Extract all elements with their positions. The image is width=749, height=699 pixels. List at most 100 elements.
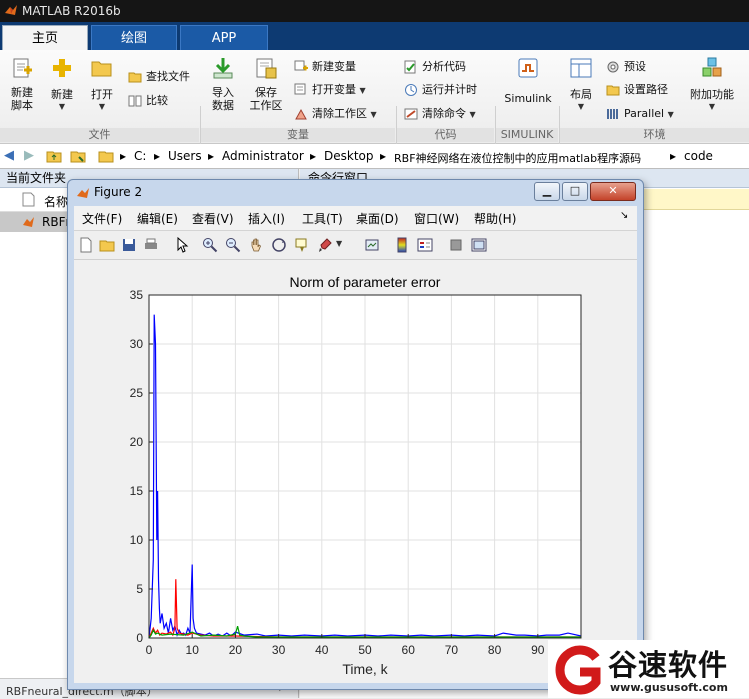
- link-plot-icon[interactable]: [364, 237, 380, 253]
- matlab-logo-icon: [77, 188, 89, 198]
- pan-hand-icon[interactable]: [248, 237, 264, 253]
- chevron-down-icon: ▼: [469, 110, 476, 119]
- menu-window[interactable]: 窗口(W): [414, 210, 459, 227]
- run-and-time-button[interactable]: 运行并计时: [404, 81, 477, 99]
- column-name: 名称: [44, 195, 69, 209]
- breadcrumb-item[interactable]: C:: [134, 149, 146, 163]
- folder-open-icon: [91, 61, 112, 77]
- menu-insert[interactable]: 插入(I): [248, 210, 285, 227]
- breadcrumb-item[interactable]: Desktop: [324, 149, 374, 163]
- find-files-button[interactable]: 查找文件: [128, 68, 190, 86]
- minimize-button[interactable]: ▁: [534, 182, 560, 201]
- y-tick-label: 0: [136, 631, 143, 645]
- new-script-button[interactable]: 新建 脚本: [4, 56, 40, 112]
- breadcrumb-sep: ▸: [380, 149, 387, 163]
- new-button[interactable]: 新建 ▼: [46, 56, 78, 111]
- layout-button[interactable]: 布局 ▼: [563, 56, 599, 111]
- brush-icon[interactable]: [317, 237, 333, 253]
- show-plot-tools-icon[interactable]: [471, 237, 487, 253]
- pointer-icon[interactable]: [174, 237, 190, 253]
- x-tick-label: 50: [358, 643, 372, 657]
- save-icon[interactable]: [121, 237, 137, 253]
- analyze-code-icon: [404, 60, 416, 74]
- section-simulink: SIMULINK: [496, 128, 558, 142]
- simulink-button[interactable]: Simulink: [500, 56, 556, 105]
- watermark-brand: 谷速软件: [608, 648, 729, 682]
- new-label: 新建: [51, 88, 73, 101]
- open-variable-button[interactable]: 打开变量 ▼: [294, 81, 366, 99]
- chevron-down-icon: ▼: [370, 110, 377, 119]
- y-tick-label: 15: [130, 484, 144, 498]
- figure-canvas[interactable]: 010203040506070809010005101520253035Norm…: [74, 260, 637, 683]
- x-tick-label: 30: [272, 643, 286, 657]
- section-file: 文件: [0, 128, 199, 142]
- up-folder-icon[interactable]: [46, 148, 62, 164]
- import-data-button[interactable]: 导入 数据: [206, 56, 240, 112]
- close-button[interactable]: ✕: [590, 182, 636, 201]
- menu-file[interactable]: 文件(F): [82, 210, 122, 227]
- x-tick-label: 90: [531, 643, 545, 657]
- open-file-icon[interactable]: [99, 237, 115, 253]
- y-tick-label: 10: [130, 533, 144, 547]
- layout-label: 布局: [570, 88, 592, 101]
- print-icon[interactable]: [143, 237, 159, 253]
- parallel-label: Parallel: [624, 107, 665, 120]
- preferences-button[interactable]: 预设: [606, 58, 646, 76]
- app-title: MATLAB R2016b: [22, 4, 121, 18]
- zoom-out-icon[interactable]: [225, 237, 241, 253]
- y-tick-label: 25: [130, 386, 144, 400]
- figure-title-bar[interactable]: Figure 2 ▁ □ ✕: [68, 180, 643, 206]
- parallel-icon: [607, 109, 618, 119]
- run-and-time-label: 运行并计时: [422, 83, 477, 96]
- menu-tools[interactable]: 工具(T): [302, 210, 343, 227]
- breadcrumb-item[interactable]: RBF神经网络在液位控制中的应用matlab程序源码: [394, 150, 641, 166]
- tab-apps[interactable]: APP: [180, 25, 268, 50]
- current-folder-icon: [98, 151, 114, 163]
- compare-button[interactable]: 比较: [128, 92, 168, 110]
- breadcrumb-item[interactable]: Administrator: [222, 149, 304, 163]
- menu-desktop[interactable]: 桌面(D): [356, 210, 399, 227]
- parameter-error-chart: 010203040506070809010005101520253035Norm…: [130, 274, 592, 677]
- new-variable-button[interactable]: 新建变量: [294, 58, 356, 76]
- breadcrumb-sep: ▸: [154, 149, 161, 163]
- hide-plot-tools-icon[interactable]: [448, 237, 464, 253]
- x-tick-label: 0: [146, 643, 153, 657]
- addons-cubes-icon: [702, 57, 722, 77]
- compare-icon: [128, 95, 142, 107]
- maximize-button[interactable]: □: [562, 182, 588, 201]
- chevron-down-icon[interactable]: ▼: [336, 239, 342, 248]
- back-arrow-icon[interactable]: ◀: [4, 148, 14, 163]
- x-tick-label: 60: [402, 643, 416, 657]
- tab-plots[interactable]: 绘图: [91, 25, 177, 50]
- address-bar: ◀ ▶ ▸ C: ▸ Users ▸ Administrator ▸ Deskt…: [0, 144, 749, 169]
- breadcrumb-item[interactable]: code: [684, 149, 713, 163]
- new-figure-icon[interactable]: [78, 237, 94, 253]
- find-files-icon: [128, 72, 142, 83]
- maximize-icon: □: [569, 184, 581, 197]
- figure-window[interactable]: Figure 2 ▁ □ ✕ 文件(F) 编辑(E) 查看(V) 插入(I) 工…: [67, 179, 644, 690]
- menu-edit[interactable]: 编辑(E): [137, 210, 178, 227]
- browse-folder-icon[interactable]: [70, 148, 86, 164]
- zoom-in-icon[interactable]: [202, 237, 218, 253]
- addons-button[interactable]: 附加功能 ▼: [686, 56, 738, 111]
- open-button[interactable]: 打开 ▼: [86, 56, 118, 111]
- section-environment: 环境: [560, 128, 749, 142]
- save-workspace-button[interactable]: 保存 工作区: [246, 56, 286, 112]
- clear-commands-button[interactable]: 清除命令 ▼: [404, 105, 476, 123]
- analyze-code-button[interactable]: 分析代码: [404, 58, 466, 76]
- parallel-button[interactable]: Parallel ▼: [606, 105, 674, 123]
- tab-home[interactable]: 主页: [2, 25, 88, 50]
- rotate-3d-icon[interactable]: [271, 237, 287, 253]
- save-workspace-label: 保存 工作区: [249, 86, 283, 112]
- data-cursor-icon[interactable]: [294, 237, 310, 253]
- set-path-button[interactable]: 设置路径: [606, 81, 668, 99]
- colorbar-icon[interactable]: [394, 237, 410, 253]
- legend-icon[interactable]: [417, 237, 433, 253]
- dock-arrow-icon[interactable]: ↘: [620, 210, 628, 221]
- menu-help[interactable]: 帮助(H): [474, 210, 516, 227]
- breadcrumb-item[interactable]: Users: [168, 149, 202, 163]
- forward-arrow-icon[interactable]: ▶: [24, 148, 34, 163]
- menu-view[interactable]: 查看(V): [192, 210, 234, 227]
- new-variable-icon: [294, 60, 308, 71]
- clear-workspace-button[interactable]: 清除工作区 ▼: [294, 105, 377, 123]
